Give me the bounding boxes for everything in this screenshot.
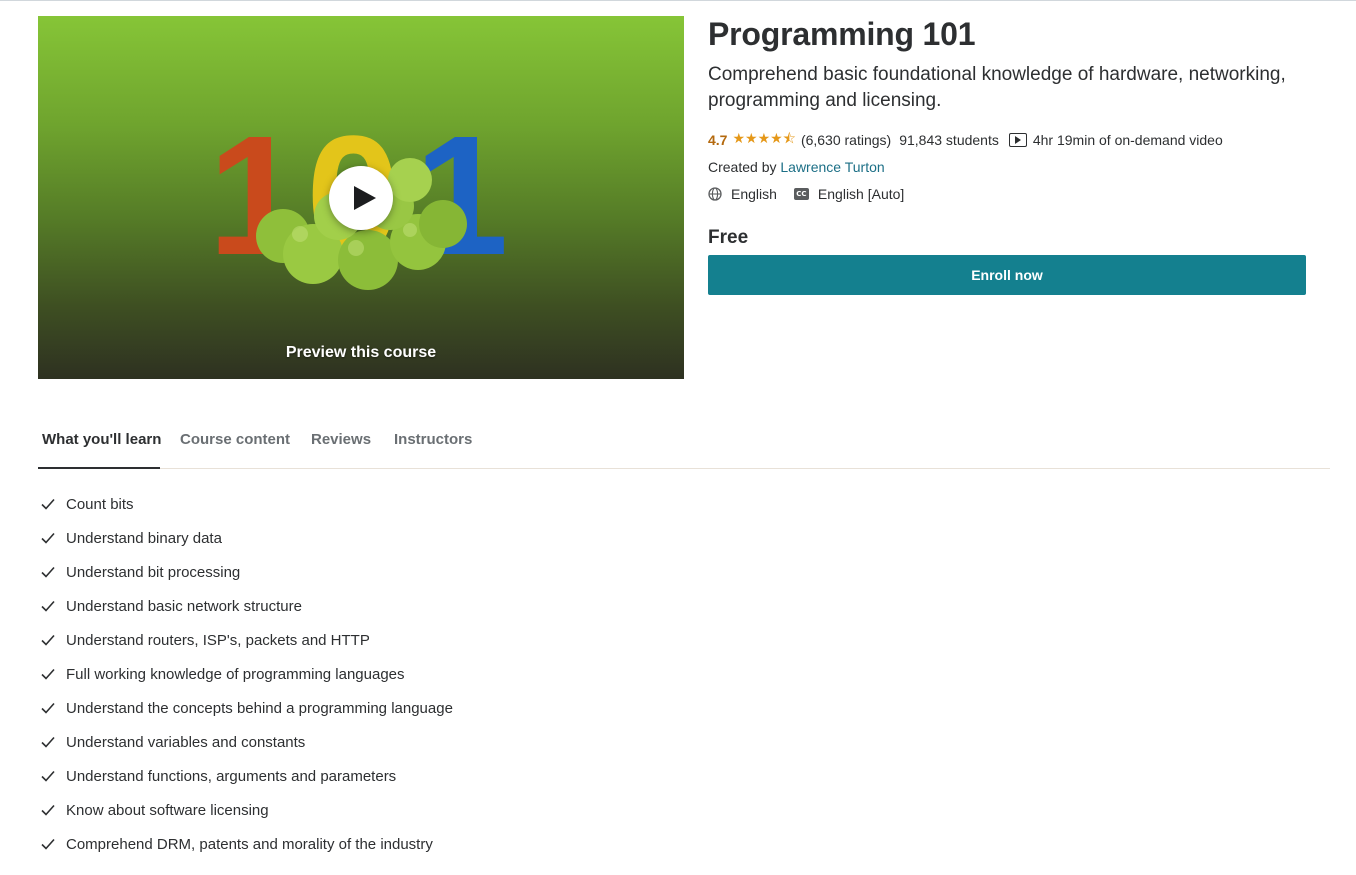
list-item: Understand the concepts behind a program… <box>38 691 453 725</box>
preview-course-label[interactable]: Preview this course <box>38 344 684 362</box>
list-item: Understand variables and constants <box>38 725 453 759</box>
list-item: Count bits <box>38 487 453 521</box>
check-icon <box>41 498 55 510</box>
course-language: English <box>731 186 777 202</box>
enroll-button[interactable]: Enroll now <box>708 255 1306 295</box>
learn-item-text: Understand routers, ISP's, packets and H… <box>66 631 370 649</box>
check-icon <box>41 702 55 714</box>
list-item: Full working knowledge of programming la… <box>38 657 453 691</box>
check-icon <box>41 668 55 680</box>
learn-item-text: Understand bit processing <box>66 563 241 581</box>
closed-captions-icon: CC <box>793 188 809 200</box>
course-preview-video[interactable]: 1 0 1 Preview this course <box>38 16 684 379</box>
check-icon <box>41 532 55 544</box>
list-item: Understand binary data <box>38 521 453 555</box>
learn-item-text: Understand binary data <box>66 529 222 547</box>
check-icon <box>41 634 55 646</box>
course-price: Free <box>708 227 749 248</box>
course-meta-row: 4.7 ★★★★⯪ (6,630 ratings) 91,843 student… <box>708 130 1223 149</box>
created-by: Created by Lawrence Turton <box>708 159 885 175</box>
instructor-link[interactable]: Lawrence Turton <box>780 159 884 175</box>
learn-item-text: Understand basic network structure <box>66 597 302 615</box>
learn-item-text: Know about software licensing <box>66 801 269 819</box>
list-item: Understand functions, arguments and para… <box>38 759 453 793</box>
tab-reviews[interactable]: Reviews <box>311 431 371 448</box>
play-icon[interactable] <box>329 166 393 230</box>
list-item: Comprehend DRM, patents and morality of … <box>38 827 453 861</box>
what-youll-learn-list: Count bits Understand binary data Unders… <box>38 487 453 861</box>
tab-instructors[interactable]: Instructors <box>394 431 472 448</box>
learn-item-text: Count bits <box>66 495 134 513</box>
check-icon <box>41 770 55 782</box>
rating-value: 4.7 <box>708 132 728 148</box>
caption-language: English [Auto] <box>817 186 905 202</box>
check-icon <box>41 736 55 748</box>
learn-item-text: Comprehend DRM, patents and morality of … <box>66 835 433 853</box>
rating-count[interactable]: (6,630 ratings) <box>801 132 891 148</box>
active-tab-indicator <box>38 467 160 469</box>
list-item: Understand basic network structure <box>38 589 453 623</box>
check-icon <box>41 600 55 612</box>
created-by-label: Created by <box>708 159 777 175</box>
list-item: Understand bit processing <box>38 555 453 589</box>
learn-item-text: Understand functions, arguments and para… <box>66 767 397 785</box>
check-icon <box>41 838 55 850</box>
tab-what-youll-learn[interactable]: What you'll learn <box>42 431 161 448</box>
learn-item-text: Understand the concepts behind a program… <box>66 699 453 717</box>
check-icon <box>41 566 55 578</box>
learn-item-text: Full working knowledge of programming la… <box>66 665 405 683</box>
list-item: Understand routers, ISP's, packets and H… <box>38 623 453 657</box>
course-tabs: What you'll learn Course content Reviews… <box>38 424 1330 469</box>
course-title: Programming 101 <box>708 16 976 52</box>
top-divider <box>0 0 1356 1</box>
video-length: 4hr 19min of on-demand video <box>1032 132 1223 148</box>
language-row: English CC English [Auto] <box>708 186 904 202</box>
star-icon: ★★★★⯪ <box>732 130 796 146</box>
learn-item-text: Understand variables and constants <box>66 733 306 751</box>
course-subtitle: Comprehend basic foundational knowledge … <box>708 64 1286 111</box>
check-icon <box>41 804 55 816</box>
video-icon <box>1008 133 1027 147</box>
list-item: Know about software licensing <box>38 793 453 827</box>
globe-icon <box>708 187 722 201</box>
tab-course-content[interactable]: Course content <box>180 431 290 448</box>
students-count: 91,843 students <box>899 132 999 148</box>
